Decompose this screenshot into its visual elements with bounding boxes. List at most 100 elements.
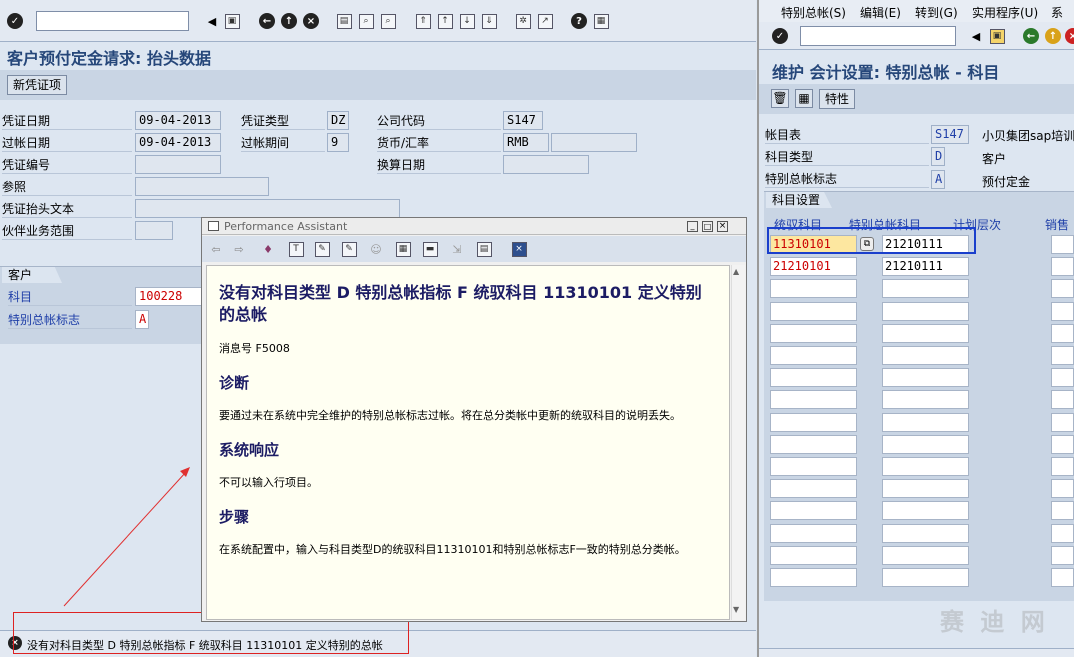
sales-cell[interactable]: [1051, 390, 1074, 409]
sales-cell[interactable]: [1051, 568, 1074, 587]
recon-account-cell[interactable]: [770, 524, 857, 543]
sales-cell[interactable]: [1051, 302, 1074, 321]
sgl-account-cell[interactable]: 21210111: [882, 257, 969, 276]
account-type-label: 科目类型: [765, 148, 929, 166]
pa-toolbar: ⇦ ⇨ ♦ T ✎ ✎ ☺ ▦ ▬ ⇲ ▤ ×: [202, 236, 746, 262]
sales-cell[interactable]: [1051, 235, 1074, 254]
pa-back-icon[interactable]: ⇦: [207, 240, 225, 258]
delete-icon[interactable]: 🗑: [771, 89, 789, 108]
right-page-title: 维护 会计设置: 特别总帐 - 科目: [772, 63, 1000, 82]
sales-cell[interactable]: [1051, 457, 1074, 476]
recon-account-cell[interactable]: [770, 279, 857, 298]
pa-scrollbar[interactable]: ▲ ▼: [731, 265, 745, 620]
pa-steps-text: 在系统配置中，输入与科目类型D的统驭科目11310101和特别总帐标志F一致的特…: [219, 543, 686, 556]
pa-edit-icon[interactable]: ✎: [313, 240, 331, 258]
sgl-account-cell[interactable]: [882, 546, 969, 565]
pa-maximize-icon[interactable]: □: [702, 221, 713, 232]
right-cancel-icon[interactable]: ×: [1064, 27, 1074, 45]
sales-cell[interactable]: [1051, 546, 1074, 565]
pa-scroll-down-icon[interactable]: ▼: [733, 605, 739, 614]
pa-title: Performance Assistant: [224, 220, 348, 233]
sgl-account-cell[interactable]: [882, 524, 969, 543]
pa-book-icon[interactable]: ♦: [259, 240, 277, 258]
recon-account-cell[interactable]: [770, 435, 857, 454]
watermark: 赛 迪 网: [940, 608, 1049, 636]
sgl-account-cell[interactable]: [882, 479, 969, 498]
recon-account-cell[interactable]: [770, 368, 857, 387]
sgl-field-right[interactable]: A: [931, 170, 945, 189]
sales-cell[interactable]: [1051, 479, 1074, 498]
pa-heading: 没有对科目类型 D 特别总帐指标 F 统驭科目 11310101 定义特别的总帐: [219, 283, 702, 324]
pa-annotate-icon[interactable]: ✎: [340, 240, 358, 258]
sales-cell[interactable]: [1051, 324, 1074, 343]
sales-cell[interactable]: [1051, 346, 1074, 365]
sgl-account-cell[interactable]: [882, 302, 969, 321]
pa-minimize-icon[interactable]: _: [687, 221, 698, 232]
pa-window-icon-2[interactable]: ▬: [421, 240, 439, 258]
recon-account-cell[interactable]: [770, 390, 857, 409]
pa-scroll-up-icon[interactable]: ▲: [733, 267, 739, 276]
pa-window-icon: [208, 221, 219, 231]
sgl-account-cell[interactable]: [882, 390, 969, 409]
sgl-account-cell[interactable]: [882, 324, 969, 343]
sgl-label-right: 特别总帐标志: [765, 170, 929, 188]
col-sales-header[interactable]: 销售: [1045, 216, 1069, 233]
right-enter-icon[interactable]: ✓: [771, 27, 789, 45]
sales-cell[interactable]: [1051, 524, 1074, 543]
sgl-account-cell[interactable]: [882, 279, 969, 298]
pa-response-text: 不可以输入行项目。: [219, 476, 318, 489]
coa-field[interactable]: S147: [931, 125, 969, 144]
menu-sgl[interactable]: 特别总帐(S): [781, 4, 846, 21]
recon-account-cell[interactable]: [770, 457, 857, 476]
sgl-account-cell[interactable]: [882, 457, 969, 476]
sales-cell[interactable]: [1051, 435, 1074, 454]
sgl-account-cell[interactable]: [882, 413, 969, 432]
recon-account-cell[interactable]: [770, 413, 857, 432]
account-type-field[interactable]: D: [931, 147, 945, 166]
pa-response-title: 系统响应: [219, 441, 280, 459]
right-back-arrow-icon[interactable]: ◀: [967, 27, 985, 45]
pa-table-icon[interactable]: ▦: [394, 240, 412, 258]
pa-user-icon[interactable]: ☺: [367, 240, 385, 258]
pa-content: 没有对科目类型 D 特别总帐指标 F 统驭科目 11310101 定义特别的总帐…: [206, 265, 730, 620]
value-help-icon[interactable]: ⧉: [860, 237, 874, 251]
recon-account-cell[interactable]: [770, 546, 857, 565]
coa-label: 帐目表: [765, 126, 929, 144]
recon-account-cell[interactable]: [770, 346, 857, 365]
sgl-account-cell[interactable]: [882, 346, 969, 365]
attributes-button[interactable]: 特性: [819, 89, 856, 109]
table-view-icon[interactable]: ▦: [795, 89, 813, 108]
sales-cell[interactable]: [1051, 501, 1074, 520]
right-save-icon[interactable]: ▣: [988, 27, 1006, 45]
recon-account-cell[interactable]: [770, 324, 857, 343]
right-command-field[interactable]: [800, 26, 956, 46]
pa-close-icon[interactable]: ×: [717, 221, 728, 232]
menu-goto[interactable]: 转到(G): [915, 4, 958, 21]
right-menubar: 特别总帐(S) 编辑(E) 转到(G) 实用程序(U) 系统: [759, 0, 1074, 37]
menu-edit[interactable]: 编辑(E): [860, 4, 901, 21]
sgl-account-cell[interactable]: [882, 501, 969, 520]
account-settings-tab: 科目设置: [766, 192, 832, 208]
pa-export-icon[interactable]: ⇲: [448, 240, 466, 258]
menu-utilities[interactable]: 实用程序(U): [972, 4, 1038, 21]
recon-account-cell[interactable]: [770, 302, 857, 321]
pa-close-toolbar-icon[interactable]: ×: [510, 240, 528, 258]
recon-account-cell[interactable]: [770, 568, 857, 587]
sales-cell[interactable]: [1051, 279, 1074, 298]
pa-diagnosis-text: 要通过未在系统中完全维护的特别总帐标志过帐。将在总分类帐中更新的统驭科目的说明丢…: [219, 409, 681, 422]
sgl-account-cell[interactable]: [882, 435, 969, 454]
recon-account-cell[interactable]: [770, 501, 857, 520]
sgl-account-cell[interactable]: [882, 368, 969, 387]
pa-tech-info-icon[interactable]: T: [287, 240, 305, 258]
recon-account-cell[interactable]: 21210101: [770, 257, 857, 276]
recon-account-cell[interactable]: [770, 479, 857, 498]
account-type-description: 客户: [982, 152, 1007, 166]
right-exit-icon[interactable]: ↑: [1044, 27, 1062, 45]
pa-print-icon[interactable]: ▤: [475, 240, 493, 258]
sales-cell[interactable]: [1051, 257, 1074, 276]
sales-cell[interactable]: [1051, 368, 1074, 387]
sales-cell[interactable]: [1051, 413, 1074, 432]
right-back-icon[interactable]: ←: [1022, 27, 1040, 45]
sgl-account-cell[interactable]: [882, 568, 969, 587]
pa-forward-icon[interactable]: ⇨: [230, 240, 248, 258]
